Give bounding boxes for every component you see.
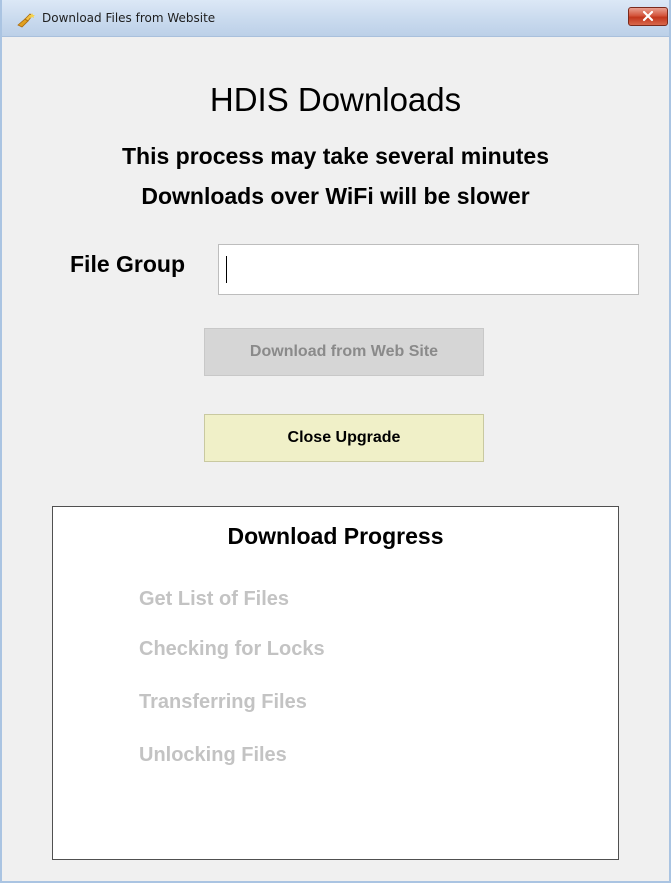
- download-progress-panel: Download Progress Get List of Files Chec…: [52, 506, 619, 860]
- window-content: HDIS Downloads This process may take sev…: [2, 37, 669, 881]
- progress-step-check-locks: Checking for Locks: [139, 638, 325, 660]
- page-title: HDIS Downloads: [209, 81, 462, 118]
- file-group-input[interactable]: [218, 244, 639, 295]
- window-title: Download Files from Website: [42, 11, 216, 25]
- subtitle-duration-note: This process may take several minutes: [122, 143, 549, 169]
- subtitle-wifi-note: Downloads over WiFi will be slower: [141, 183, 530, 209]
- title-bar[interactable]: Download Files from Website: [2, 0, 669, 37]
- app-icon: [17, 13, 35, 28]
- window-close-button[interactable]: [628, 7, 668, 26]
- progress-step-get-list: Get List of Files: [139, 588, 290, 610]
- download-progress-title: Download Progress: [227, 523, 444, 549]
- close-upgrade-button[interactable]: Close Upgrade: [204, 414, 484, 462]
- close-icon: [642, 10, 654, 22]
- progress-step-transfer-files: Transferring Files: [139, 691, 307, 713]
- file-group-label: File Group: [70, 251, 185, 277]
- download-files-window: Download Files from Website HDIS Downloa…: [0, 0, 671, 883]
- progress-step-unlock-files: Unlocking Files: [139, 744, 287, 766]
- download-from-web-site-button[interactable]: Download from Web Site: [204, 328, 484, 376]
- text-caret: [226, 256, 227, 283]
